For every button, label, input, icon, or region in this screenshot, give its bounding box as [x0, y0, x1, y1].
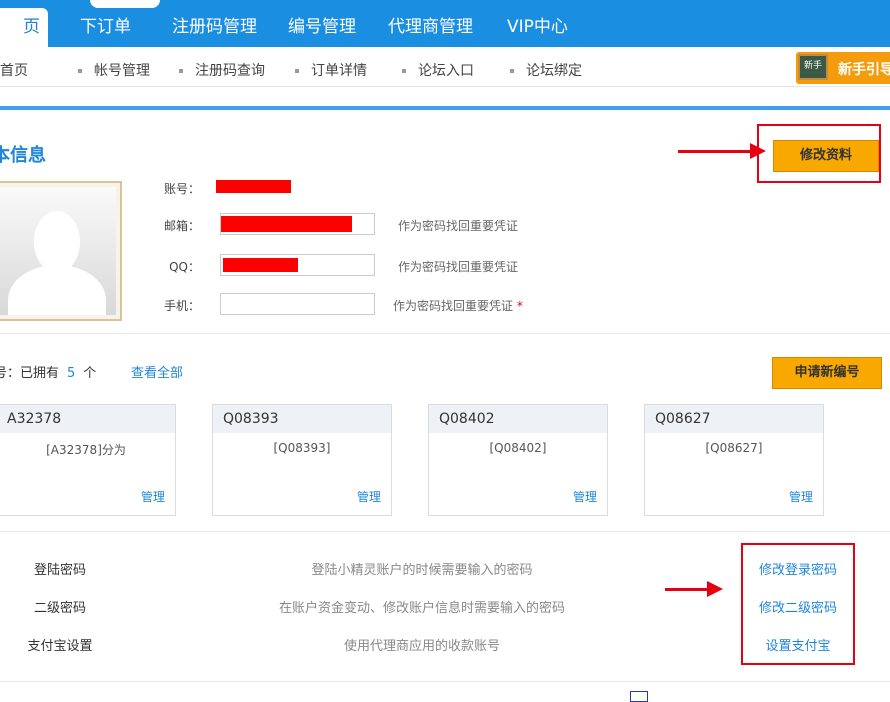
number-card: Q08627 [Q08627] 管理: [644, 404, 824, 516]
subnav-label: 论坛入口: [418, 63, 474, 79]
chalkboard-icon: 新手: [798, 54, 828, 80]
tab-regcode-manage[interactable]: 注册码管理: [172, 8, 257, 47]
tab-home[interactable]: 页: [0, 8, 48, 47]
email-label: 邮箱：: [163, 219, 200, 233]
redacted-qq: [223, 258, 298, 272]
card-manage-link[interactable]: 管理: [141, 488, 165, 505]
card-id: Q08393: [213, 405, 391, 433]
login-password-desc: 登陆小精灵账户的时候需要输入的密码: [311, 563, 533, 578]
footer-badge-icon: [630, 691, 648, 702]
divider: [0, 531, 890, 532]
default-avatar-icon: [0, 187, 116, 315]
annotation-box: [741, 543, 855, 665]
redacted-account: [216, 180, 291, 193]
phone-hint-text: 作为密码找回重要凭证: [393, 299, 514, 313]
card-manage-link[interactable]: 管理: [357, 488, 381, 505]
secondary-password-label: 二级密码: [33, 601, 86, 616]
tab-place-order[interactable]: 下订单: [80, 8, 131, 47]
card-id: Q08627: [645, 405, 823, 433]
subnav-label: 论坛绑定: [526, 63, 582, 79]
card-desc: [Q08402]: [489, 441, 547, 455]
number-card: Q08402 [Q08402] 管理: [428, 404, 608, 516]
card-manage-link[interactable]: 管理: [789, 488, 813, 505]
card-id: Q08402: [429, 405, 607, 433]
number-card: A32378 [A32378]分为 管理: [0, 404, 176, 516]
tab-number-manage[interactable]: 编号管理: [288, 8, 356, 47]
subnav-regcode-query[interactable]: 注册码查询: [179, 60, 265, 80]
alipay-settings-label: 支付宝设置: [27, 639, 93, 654]
bullet-icon: [78, 69, 82, 73]
number-summary-prefix: 号：已拥有: [0, 366, 60, 381]
view-all-link[interactable]: 查看全部: [131, 362, 183, 381]
subnav-label: 注册码查询: [195, 63, 265, 79]
top-nav: 页 下订单 注册码管理 编号管理 代理商管理 VIP中心: [0, 0, 890, 47]
subnav-label: 帐号管理: [94, 63, 150, 79]
edit-profile-button[interactable]: 修改资料: [773, 140, 879, 172]
card-desc: [Q08393]: [273, 441, 331, 455]
guide-label: 新手引导: [838, 62, 890, 78]
number-card: Q08393 [Q08393] 管理: [212, 404, 392, 516]
qq-field[interactable]: [220, 254, 375, 276]
redacted-email: [221, 216, 352, 232]
card-manage-link[interactable]: 管理: [573, 488, 597, 505]
subnav-forum-entry[interactable]: 论坛入口: [402, 60, 474, 80]
alipay-settings-desc: 使用代理商应用的收款账号: [343, 639, 500, 654]
section-title-basic-info: 本信息: [0, 145, 46, 166]
number-summary: 号：已拥有 5 个: [0, 362, 96, 381]
email-field[interactable]: [220, 213, 375, 235]
annotation-arrow-icon: [678, 143, 766, 159]
account-label: 账号：: [163, 182, 200, 196]
subnav-forum-bind[interactable]: 论坛绑定: [510, 60, 582, 80]
number-count: 5: [67, 366, 76, 381]
bullet-icon: [295, 69, 299, 73]
secondary-password-desc: 在账户资金变动、修改账户信息时需要输入的密码: [278, 601, 565, 616]
login-password-label: 登陆密码: [33, 563, 86, 578]
apply-new-number-button[interactable]: 申请新编号: [772, 357, 882, 389]
card-desc: [A32378]分为: [46, 443, 126, 457]
subnav-home[interactable]: 首页: [0, 60, 28, 80]
bullet-icon: [179, 69, 183, 73]
avatar-body: [8, 265, 106, 315]
phone-label: 手机：: [163, 299, 200, 313]
card-desc: [Q08627]: [705, 441, 763, 455]
beginner-guide-button[interactable]: 新手 新手引导: [796, 52, 890, 84]
avatar: [0, 181, 122, 321]
nav-notice-bubble: [90, 0, 160, 8]
qq-hint: 作为密码找回重要凭证: [398, 260, 519, 274]
phone-field[interactable]: [220, 293, 375, 315]
divider: [0, 333, 890, 334]
email-hint: 作为密码找回重要凭证: [398, 219, 519, 233]
bullet-icon: [510, 69, 514, 73]
required-mark: *: [516, 299, 523, 313]
section-divider: [0, 106, 890, 110]
card-id: A32378: [0, 405, 175, 433]
qq-label: QQ：: [169, 260, 200, 274]
phone-hint: 作为密码找回重要凭证 *: [393, 297, 523, 314]
subnav-label: 订单详情: [311, 63, 367, 79]
subnav-account-manage[interactable]: 帐号管理: [78, 60, 150, 80]
subnav-label: 首页: [0, 63, 28, 79]
bullet-icon: [402, 69, 406, 73]
avatar-head: [34, 211, 80, 273]
annotation-arrow-icon: [665, 581, 723, 597]
divider: [0, 681, 890, 682]
tab-agent-manage[interactable]: 代理商管理: [388, 8, 473, 47]
subnav-order-details[interactable]: 订单详情: [295, 60, 367, 80]
sub-nav: 首页 帐号管理 注册码查询 订单详情 论坛入口 论坛绑定: [0, 47, 890, 87]
number-unit: 个: [83, 366, 97, 381]
tab-vip-center[interactable]: VIP中心: [507, 8, 568, 47]
